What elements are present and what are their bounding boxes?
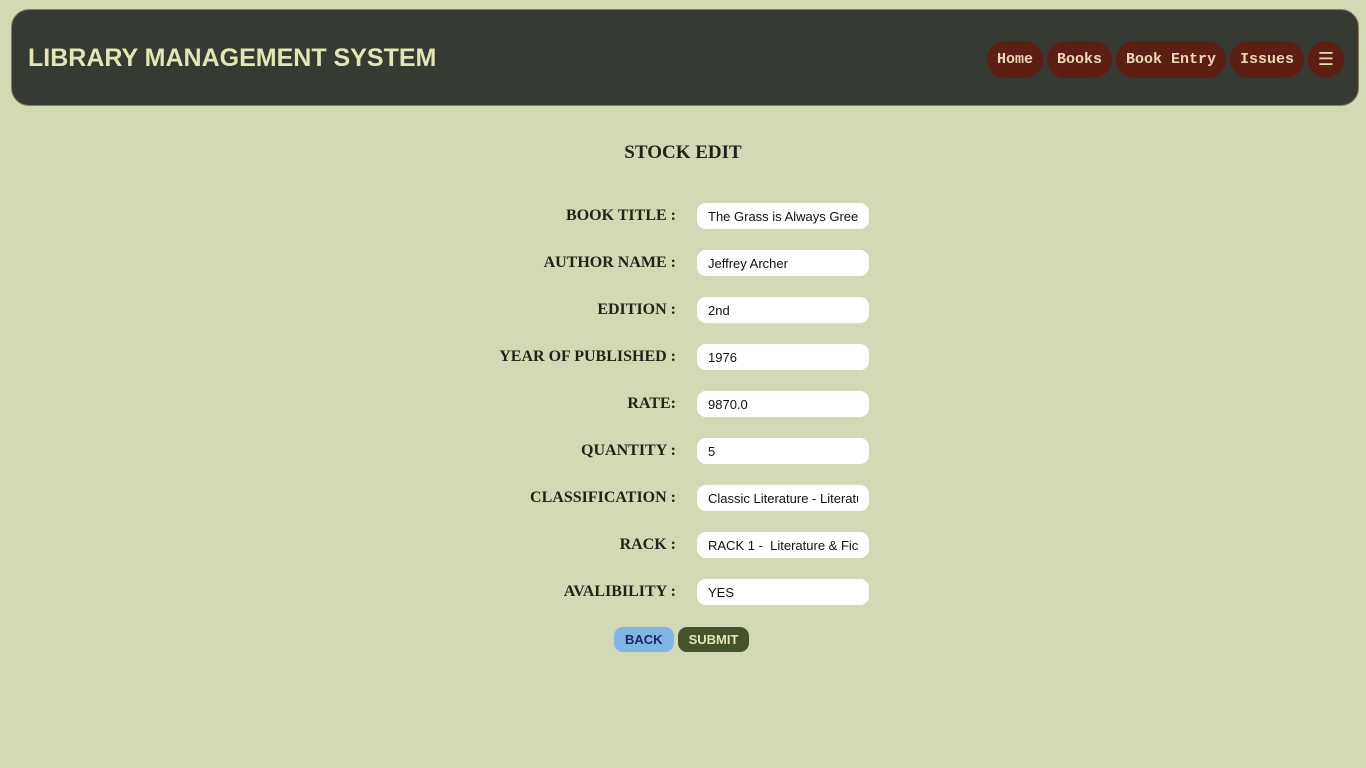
author-name-input[interactable] [697, 250, 869, 276]
classification-input[interactable] [697, 485, 869, 511]
form-row-rack: RACK : [0, 532, 1366, 579]
rate-input[interactable] [697, 391, 869, 417]
quantity-label: QUANTITY : [581, 442, 676, 459]
availability-label: AVALIBILITY : [563, 583, 676, 600]
form-row-year-of-published: YEAR OF PUBLISHED : [0, 344, 1366, 391]
rack-label: RACK : [619, 536, 676, 553]
form-row-edition: EDITION : [0, 297, 1366, 344]
app-header: LIBRARY MANAGEMENT SYSTEM Home Books Boo… [11, 9, 1359, 106]
hamburger-menu-icon[interactable]: ☰ [1308, 41, 1344, 78]
edition-label: EDITION : [597, 301, 676, 318]
quantity-input[interactable] [697, 438, 869, 464]
availability-input[interactable] [697, 579, 869, 605]
back-button[interactable]: BACK [614, 627, 674, 652]
year-of-published-input[interactable] [697, 344, 869, 370]
year-of-published-label: YEAR OF PUBLISHED : [499, 348, 676, 365]
form-row-author-name: AUTHOR NAME : [0, 250, 1366, 297]
nav-home-button[interactable]: Home [986, 41, 1043, 78]
rack-input[interactable] [697, 532, 869, 558]
form-row-rate: RATE: [0, 391, 1366, 438]
book-title-input[interactable] [697, 203, 869, 229]
nav-issues-button[interactable]: Issues [1229, 41, 1304, 78]
form-row-classification: CLASSIFICATION : [0, 485, 1366, 532]
book-title-label: BOOK TITLE : [566, 207, 676, 224]
rate-label: RATE: [627, 395, 676, 412]
main-nav: Home Books Book Entry Issues ☰ [983, 41, 1344, 78]
form-row-book-title: BOOK TITLE : [0, 203, 1366, 250]
page-title: STOCK EDIT [624, 142, 742, 163]
form-row-availability: AVALIBILITY : [0, 579, 1366, 626]
form-actions: BACK SUBMIT [614, 627, 750, 652]
submit-button[interactable]: SUBMIT [677, 627, 750, 652]
author-name-label: AUTHOR NAME : [543, 254, 676, 271]
classification-label: CLASSIFICATION : [530, 489, 676, 506]
edition-input[interactable] [697, 297, 869, 323]
form-row-quantity: QUANTITY : [0, 438, 1366, 485]
app-title: LIBRARY MANAGEMENT SYSTEM [28, 44, 437, 72]
stock-edit-form: BOOK TITLE : AUTHOR NAME : EDITION : YEA… [0, 203, 1366, 626]
nav-books-button[interactable]: Books [1046, 41, 1112, 78]
nav-book-entry-button[interactable]: Book Entry [1115, 41, 1226, 78]
